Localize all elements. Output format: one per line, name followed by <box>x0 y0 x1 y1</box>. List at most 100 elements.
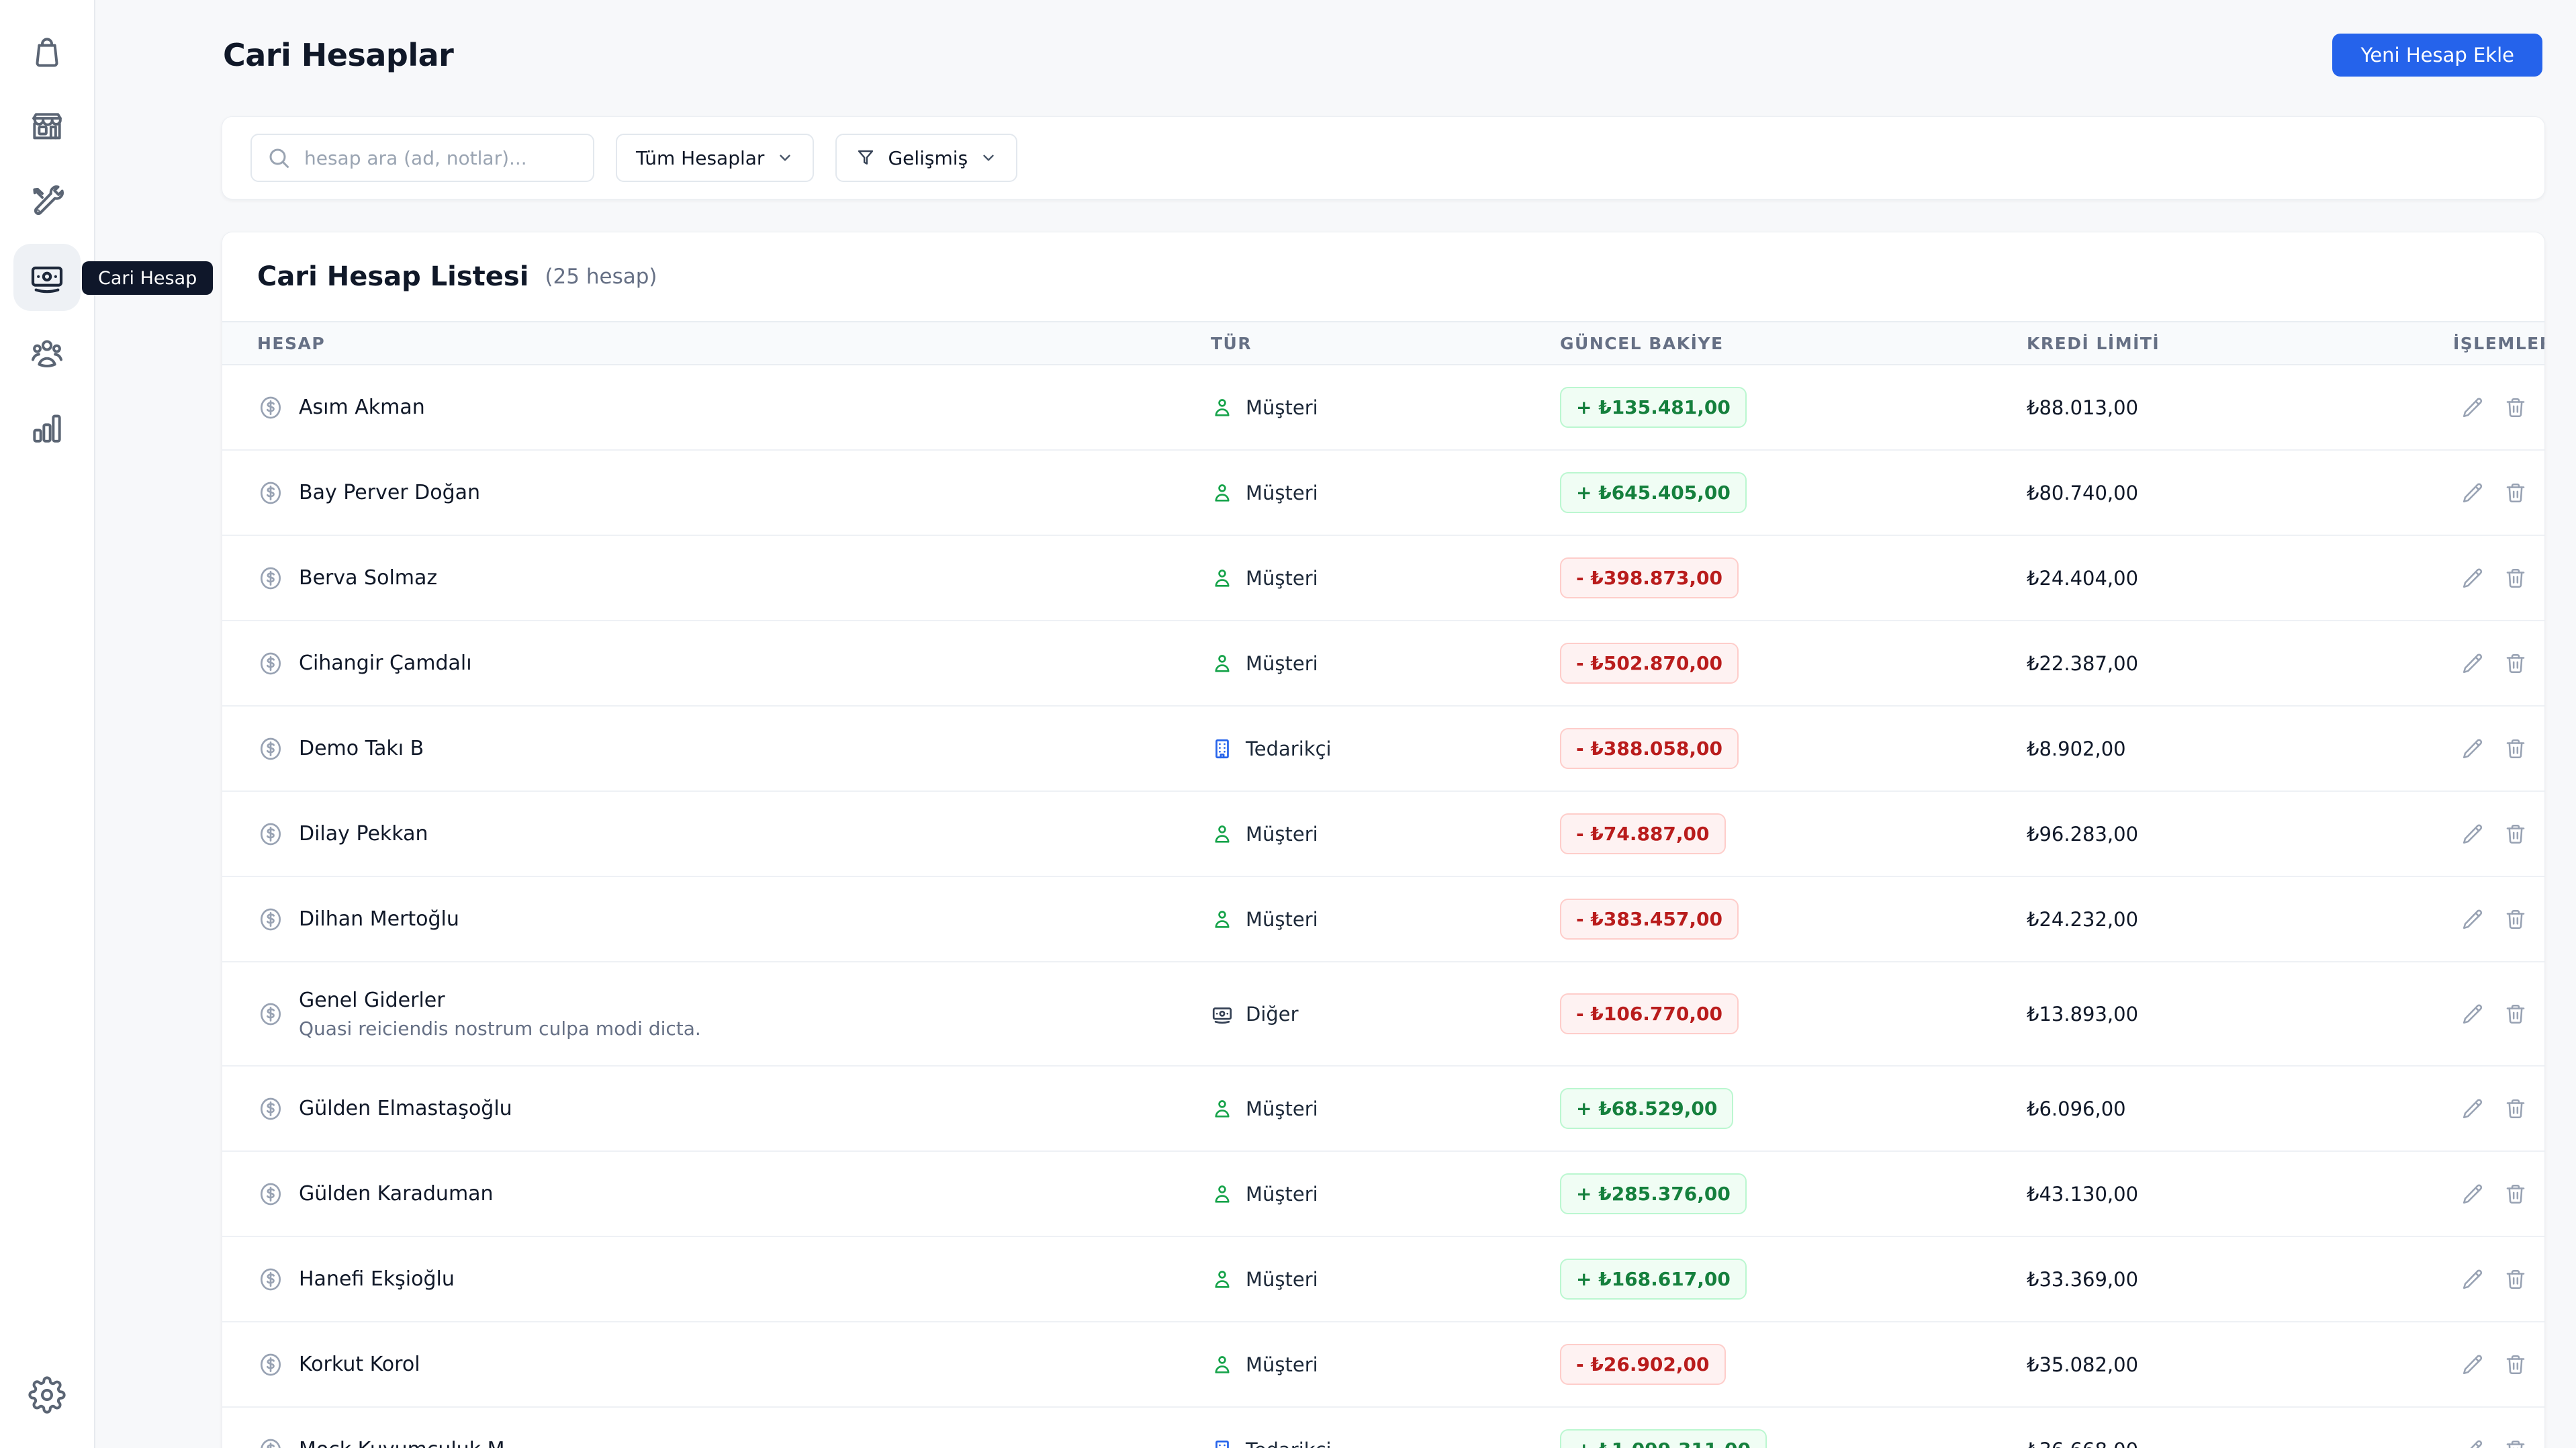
dollar-circle-icon <box>257 1181 284 1208</box>
table-row[interactable]: Hanefi Ekşioğlu Müşteri + ₺168.617,00 ₺3… <box>222 1237 2544 1322</box>
trash-icon <box>2504 908 2527 931</box>
accounts-list-header: Cari Hesap Listesi (25 hesap) <box>222 232 2544 321</box>
pencil-icon <box>2461 1003 2484 1026</box>
delete-button[interactable] <box>2504 567 2527 590</box>
trash-icon <box>2504 1439 2527 1448</box>
credit-limit-value: ₺24.232,00 <box>2027 907 2139 931</box>
table-row[interactable]: Gülden Elmastaşoğlu Müşteri + ₺68.529,00… <box>222 1067 2544 1152</box>
delete-button[interactable] <box>2504 1268 2527 1291</box>
table-row[interactable]: Asım Akman Müşteri + ₺135.481,00 ₺88.013… <box>222 365 2544 451</box>
edit-button[interactable] <box>2461 908 2484 931</box>
account-name: Demo Takı B <box>299 737 424 760</box>
trash-icon <box>2504 396 2527 419</box>
storefront-icon <box>28 108 66 146</box>
balance-badge: + ₺168.617,00 <box>1560 1259 1747 1300</box>
credit-limit-value: ₺6.096,00 <box>2027 1097 2126 1120</box>
balance-badge: - ₺502.870,00 <box>1560 643 1739 684</box>
delete-button[interactable] <box>2504 1353 2527 1376</box>
delete-button[interactable] <box>2504 737 2527 760</box>
account-type-label: Müşteri <box>1246 651 1318 675</box>
account-type-select[interactable]: Tüm Hesaplar <box>616 134 815 182</box>
delete-button[interactable] <box>2504 396 2527 419</box>
delete-button[interactable] <box>2504 908 2527 931</box>
trash-icon <box>2504 1097 2527 1120</box>
balance-badge: + ₺68.529,00 <box>1560 1088 1734 1129</box>
table-row[interactable]: Cihangir Çamdalı Müşteri - ₺502.870,00 ₺… <box>222 621 2544 707</box>
edit-button[interactable] <box>2461 1353 2484 1376</box>
account-name: Genel Giderler <box>299 988 445 1012</box>
account-name: Korkut Korol <box>299 1353 420 1376</box>
add-account-button[interactable]: Yeni Hesap Ekle <box>2332 34 2542 77</box>
banknote-icon <box>1211 1003 1234 1026</box>
table-row[interactable]: Dilay Pekkan Müşteri - ₺74.887,00 ₺96.28… <box>222 792 2544 877</box>
dollar-circle-icon <box>257 1351 284 1378</box>
table-row[interactable]: Mock Kuyumculuk M Tedarikçi + ₺1.099.311… <box>222 1408 2544 1448</box>
sidebar-item-reports[interactable] <box>13 394 81 461</box>
credit-limit-value: ₺22.387,00 <box>2027 651 2139 675</box>
edit-button[interactable] <box>2461 1003 2484 1026</box>
sidebar-item-settings[interactable] <box>13 1361 81 1429</box>
person-icon <box>1211 1353 1234 1376</box>
sidebar <box>0 0 95 1448</box>
users-icon <box>28 334 66 371</box>
sidebar-item-customers[interactable] <box>13 319 81 386</box>
sidebar-item-accounts[interactable] <box>13 244 81 311</box>
trash-icon <box>2504 482 2527 504</box>
edit-button[interactable] <box>2461 567 2484 590</box>
edit-button[interactable] <box>2461 823 2484 846</box>
delete-button[interactable] <box>2504 652 2527 675</box>
table-row[interactable]: Korkut Korol Müşteri - ₺26.902,00 ₺35.08… <box>222 1322 2544 1408</box>
account-type-label: Tedarikçi <box>1246 1439 1332 1448</box>
delete-button[interactable] <box>2504 1003 2527 1026</box>
delete-button[interactable] <box>2504 823 2527 846</box>
delete-button[interactable] <box>2504 482 2527 504</box>
edit-button[interactable] <box>2461 1268 2484 1291</box>
person-icon <box>1211 396 1234 419</box>
table-row[interactable]: Gülden Karaduman Müşteri + ₺285.376,00 ₺… <box>222 1152 2544 1237</box>
pencil-icon <box>2461 1097 2484 1120</box>
edit-button[interactable] <box>2461 737 2484 760</box>
account-type-label: Müşteri <box>1246 1267 1318 1291</box>
table-row[interactable]: Dilhan Mertoğlu Müşteri - ₺383.457,00 ₺2… <box>222 877 2544 962</box>
table-row[interactable]: Berva Solmaz Müşteri - ₺398.873,00 ₺24.4… <box>222 536 2544 621</box>
sidebar-tooltip: Cari Hesap <box>82 261 214 295</box>
person-icon <box>1211 823 1234 846</box>
balance-badge: + ₺645.405,00 <box>1560 472 1747 513</box>
sidebar-item-store[interactable] <box>13 93 81 161</box>
sidebar-item-tools[interactable] <box>13 169 81 236</box>
credit-limit-value: ₺43.130,00 <box>2027 1182 2139 1206</box>
column-header-actions: İŞLEMLER <box>2453 333 2545 353</box>
account-type-label: Müşteri <box>1246 566 1318 590</box>
delete-button[interactable] <box>2504 1183 2527 1206</box>
person-icon <box>1211 1268 1234 1291</box>
search-input[interactable] <box>250 134 594 182</box>
credit-limit-value: ₺8.902,00 <box>2027 737 2126 760</box>
table-row[interactable]: Demo Takı B Tedarikçi - ₺388.058,00 ₺8.9… <box>222 707 2544 792</box>
tools-icon <box>28 183 66 221</box>
search-box <box>250 134 594 182</box>
delete-button[interactable] <box>2504 1097 2527 1120</box>
trash-icon <box>2504 737 2527 760</box>
balance-badge: + ₺285.376,00 <box>1560 1173 1747 1214</box>
table-row[interactable]: Bay Perver Doğan Müşteri + ₺645.405,00 ₺… <box>222 451 2544 536</box>
building-icon <box>1211 1439 1234 1448</box>
table-row[interactable]: Genel Giderler Quasi reiciendis nostrum … <box>222 962 2544 1067</box>
dollar-circle-icon <box>257 821 284 848</box>
account-note: Quasi reiciendis nostrum culpa modi dict… <box>299 1017 701 1040</box>
edit-button[interactable] <box>2461 652 2484 675</box>
edit-button[interactable] <box>2461 1183 2484 1206</box>
credit-limit-value: ₺33.369,00 <box>2027 1267 2139 1291</box>
edit-button[interactable] <box>2461 396 2484 419</box>
advanced-filters-button[interactable]: Gelişmiş <box>835 134 1018 182</box>
funnel-icon <box>856 148 876 168</box>
edit-button[interactable] <box>2461 1439 2484 1448</box>
dollar-circle-icon <box>257 1266 284 1293</box>
sidebar-item-shop[interactable] <box>13 18 81 85</box>
pencil-icon <box>2461 1439 2484 1448</box>
delete-button[interactable] <box>2504 1439 2527 1448</box>
trash-icon <box>2504 1353 2527 1376</box>
account-type-label: Müşteri <box>1246 1353 1318 1376</box>
edit-button[interactable] <box>2461 1097 2484 1120</box>
edit-button[interactable] <box>2461 482 2484 504</box>
person-icon <box>1211 482 1234 504</box>
